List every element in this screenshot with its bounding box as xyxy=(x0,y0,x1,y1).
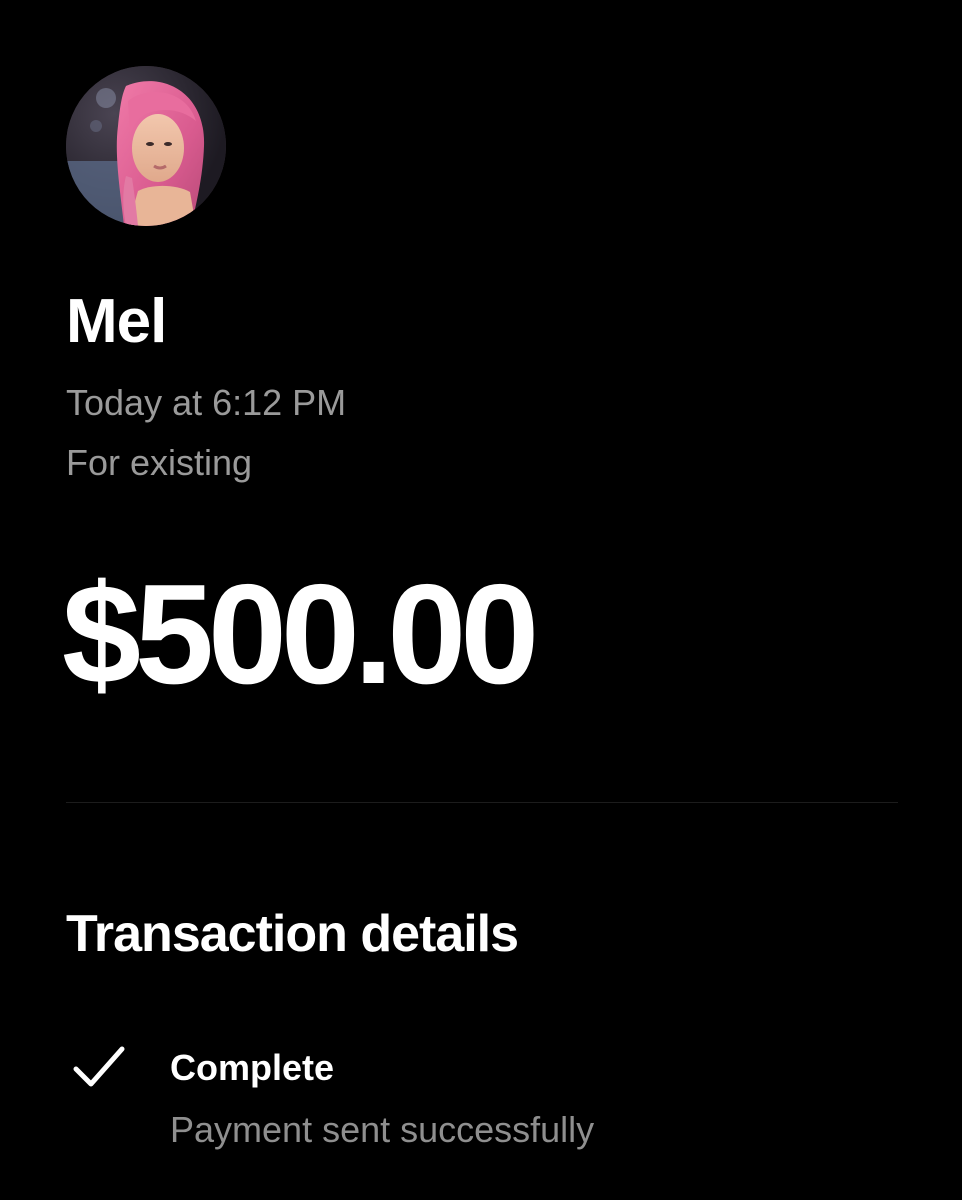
status-description: Payment sent successfully xyxy=(170,1109,595,1150)
payment-note: For existing xyxy=(66,442,253,483)
recipient-name: Mel xyxy=(66,287,167,356)
check-icon xyxy=(73,1046,125,1087)
transaction-screen: Mel Today at 6:12 PM For existing $500.0… xyxy=(0,0,962,1200)
status-label: Complete xyxy=(170,1047,335,1088)
avatar-photo xyxy=(66,66,226,226)
transaction-time: Today at 6:12 PM xyxy=(66,382,347,423)
transaction-details-heading: Transaction details xyxy=(66,905,519,963)
divider xyxy=(66,802,898,803)
avatar[interactable] xyxy=(66,66,226,226)
payment-amount: $500.00 xyxy=(62,555,539,714)
